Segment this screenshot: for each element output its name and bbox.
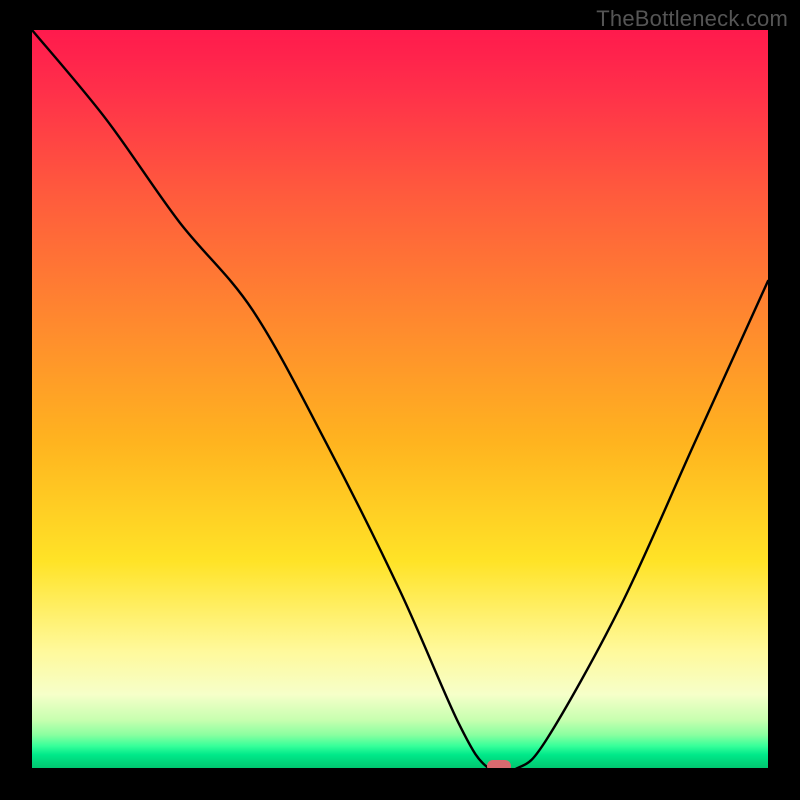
- chart-frame: TheBottleneck.com: [0, 0, 800, 800]
- watermark-text: TheBottleneck.com: [596, 6, 788, 32]
- optimal-marker: [487, 760, 511, 768]
- plot-area: [32, 30, 768, 768]
- bottleneck-curve: [32, 30, 768, 768]
